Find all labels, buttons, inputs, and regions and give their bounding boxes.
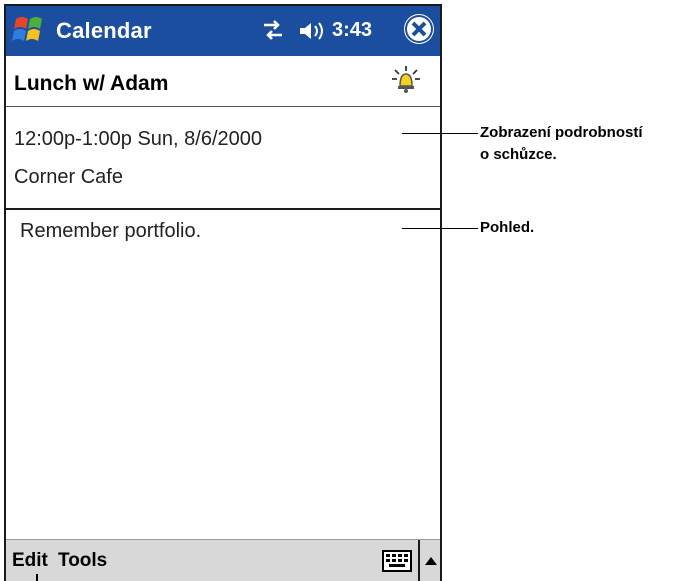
appointment-subject: Lunch w/ Adam — [14, 72, 169, 95]
appointment-details[interactable]: Lunch w/ Adam 12:00p-1:00p Sun, 8/6/2000… — [6, 56, 440, 210]
close-button[interactable] — [404, 14, 434, 44]
volume-icon[interactable] — [298, 19, 328, 43]
callout-details: Zobrazení podrobností o schůzce. — [480, 122, 643, 166]
menu-bar: Edit Tools — [6, 539, 440, 581]
subject-divider — [6, 106, 440, 107]
alarm-bell-icon — [390, 64, 422, 96]
keyboard-icon[interactable] — [382, 550, 412, 572]
notes-text: Remember portfolio. — [20, 220, 202, 242]
up-arrow-icon[interactable] — [424, 554, 438, 566]
close-icon — [405, 15, 433, 43]
title-bar: Calendar 3:43 — [6, 6, 440, 56]
callout-details-line1: Zobrazení podrobností — [480, 124, 643, 141]
notes-view[interactable]: Remember portfolio. — [6, 210, 440, 540]
input-cursor — [36, 574, 38, 581]
windows-flag-icon[interactable] — [10, 13, 48, 49]
callout-line-details — [402, 133, 478, 134]
menu-edit[interactable]: Edit — [12, 550, 48, 572]
appointment-datetime: 12:00p-1:00p Sun, 8/6/2000 — [14, 128, 262, 150]
clock[interactable]: 3:43 — [332, 19, 372, 42]
menu-tools[interactable]: Tools — [58, 550, 107, 572]
pocket-pc-screen: Calendar 3:43 Lunch w/ Adam 12:00p-1:00p… — [4, 4, 442, 581]
callout-line-view — [402, 228, 478, 229]
sip-divider — [418, 540, 420, 581]
appointment-location: Corner Cafe — [14, 166, 123, 188]
callout-details-line2: o schůzce. — [480, 146, 557, 163]
connectivity-icon[interactable] — [258, 19, 288, 43]
callout-view: Pohled. — [480, 219, 535, 236]
app-title: Calendar — [56, 18, 152, 43]
